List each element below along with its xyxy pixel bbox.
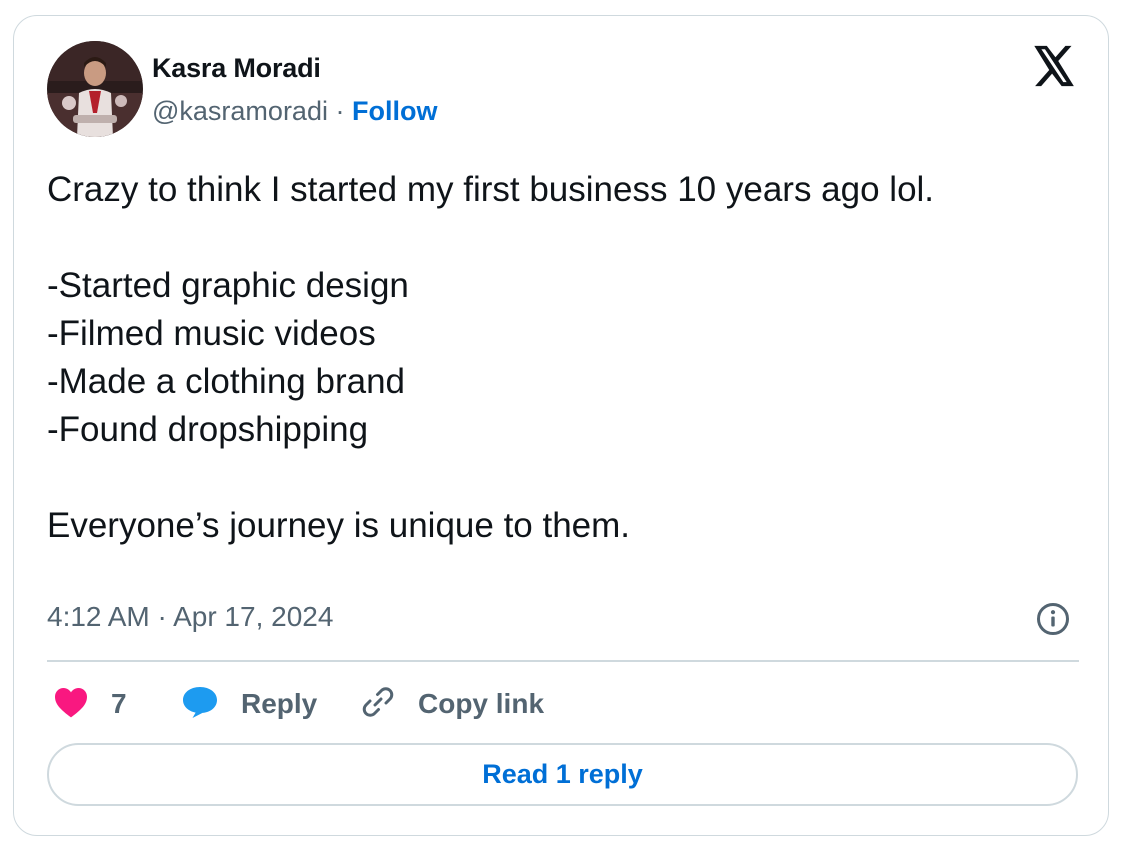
read-replies-button[interactable]: Read 1 reply <box>47 743 1078 806</box>
tweet-text: Crazy to think I started my first busine… <box>47 166 934 550</box>
copy-link-button[interactable]: Copy link <box>360 684 544 724</box>
reply-button[interactable]: Reply <box>181 684 317 724</box>
tweet-card: Kasra Moradi @kasramoradi · Follow Crazy… <box>13 15 1109 836</box>
handle-separator: · <box>335 96 345 126</box>
tweet-line <box>47 454 934 502</box>
divider <box>47 660 1079 662</box>
like-count: 7 <box>111 688 127 719</box>
author-name[interactable]: Kasra Moradi <box>152 53 321 84</box>
tweet-line: -Filmed music videos <box>47 314 376 353</box>
follow-button[interactable]: Follow <box>352 96 437 126</box>
avatar[interactable] <box>47 41 143 137</box>
heart-icon <box>53 686 89 723</box>
tweet-line: -Made a clothing brand <box>47 362 405 401</box>
link-icon <box>360 684 396 725</box>
tweet-line <box>47 214 934 262</box>
tweet-timestamp[interactable]: 4:12 AM · Apr 17, 2024 <box>47 601 333 633</box>
author-handle-line: @kasramoradi · Follow <box>152 96 437 127</box>
author-handle[interactable]: @kasramoradi <box>152 96 328 126</box>
tweet-line: Everyone’s journey is unique to them. <box>47 506 631 545</box>
speech-bubble-icon <box>181 685 219 724</box>
like-button[interactable]: 7 <box>53 684 127 724</box>
x-logo-icon[interactable] <box>1032 45 1076 87</box>
tweet-line: -Found dropshipping <box>47 410 369 449</box>
tweet-line: -Started graphic design <box>47 266 409 305</box>
copy-link-label: Copy link <box>418 688 545 719</box>
info-icon[interactable] <box>1036 602 1070 636</box>
reply-label: Reply <box>241 688 318 719</box>
tweet-line: Crazy to think I started my first busine… <box>47 170 935 209</box>
action-bar: 7 Reply Copy link <box>47 684 1079 724</box>
